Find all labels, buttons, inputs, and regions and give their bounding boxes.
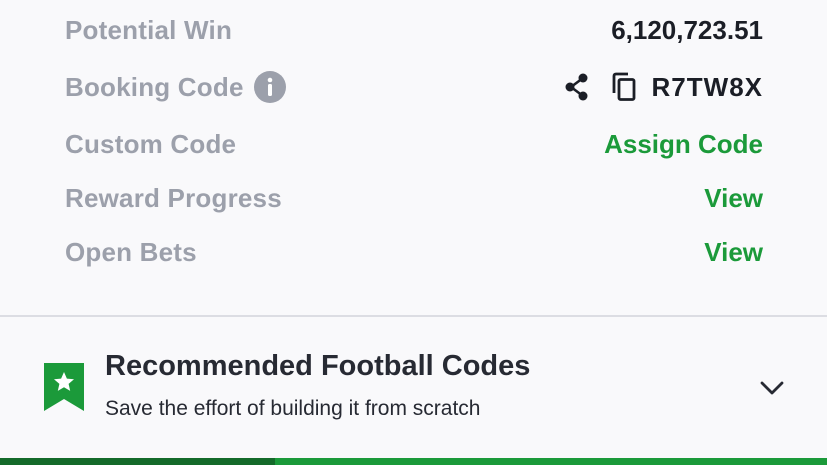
custom-code-label: Custom Code — [65, 128, 237, 159]
progress-bar — [0, 458, 827, 465]
booking-code-value[interactable]: R7TW8X — [652, 72, 763, 103]
bet-details-section: Potential Win 6,120,723.51 Booking Code — [0, 0, 827, 315]
booking-code-value-group: R7TW8X — [562, 71, 763, 103]
booking-code-label-group: Booking Code — [65, 71, 286, 103]
open-bets-label: Open Bets — [65, 236, 197, 267]
reward-progress-row: Reward Progress View — [65, 178, 763, 218]
potential-win-label: Potential Win — [65, 14, 233, 45]
custom-code-row: Custom Code Assign Code — [65, 124, 763, 164]
copy-icon[interactable] — [608, 71, 638, 103]
chevron-down-icon[interactable] — [757, 373, 787, 403]
reward-progress-view-link[interactable]: View — [704, 183, 763, 214]
assign-code-link[interactable]: Assign Code — [604, 129, 763, 160]
recommended-title: Recommended Football Codes — [105, 350, 531, 382]
betslip-summary-page: Potential Win 6,120,723.51 Booking Code — [0, 0, 827, 465]
bookmark-star-icon — [44, 363, 84, 411]
potential-win-row: Potential Win 6,120,723.51 — [65, 10, 763, 50]
open-bets-view-link[interactable]: View — [704, 237, 763, 268]
share-icon[interactable] — [562, 71, 592, 103]
booking-code-label: Booking Code — [65, 71, 244, 102]
info-icon[interactable] — [253, 71, 286, 103]
open-bets-row: Open Bets View — [65, 232, 763, 272]
reward-progress-label: Reward Progress — [65, 182, 282, 213]
potential-win-value: 6,120,723.51 — [611, 14, 763, 45]
booking-code-row: Booking Code R7TW8X — [65, 67, 763, 107]
progress-bar-fill — [0, 458, 276, 465]
recommended-subtitle: Save the effort of building it from scra… — [105, 397, 481, 420]
recommended-codes-panel[interactable]: Recommended Football Codes Save the effo… — [0, 317, 827, 458]
